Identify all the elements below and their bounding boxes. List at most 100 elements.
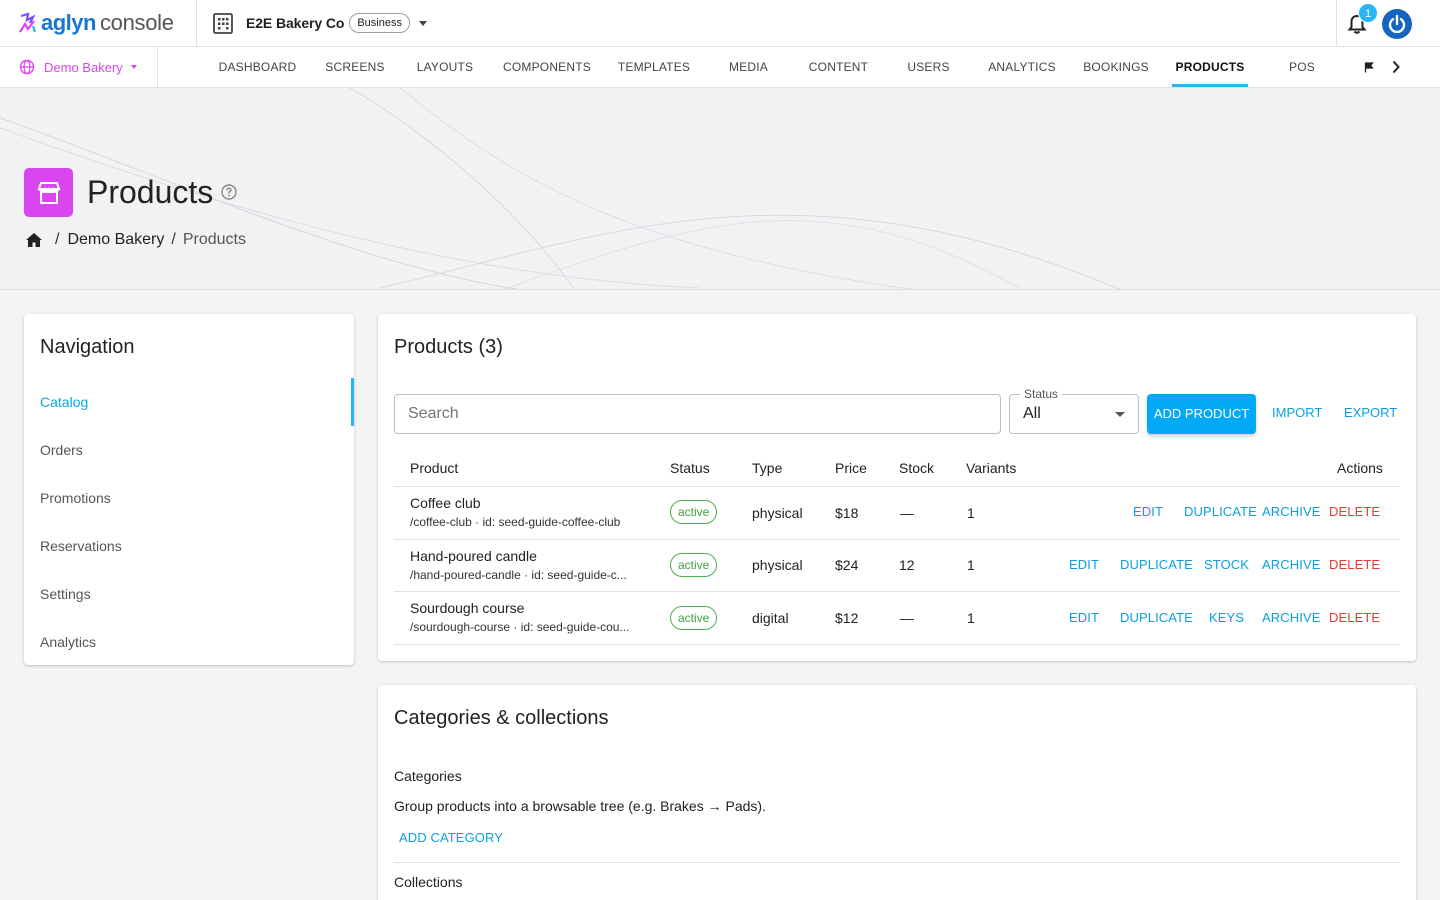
product-variants: 1 bbox=[967, 557, 975, 573]
product-stock: 12 bbox=[899, 557, 915, 573]
breadcrumb: / Demo Bakery / Products bbox=[25, 231, 246, 249]
tab-content[interactable]: CONTENT bbox=[800, 47, 877, 87]
column-header-status: Status bbox=[670, 460, 710, 476]
tab-components[interactable]: COMPONENTS bbox=[497, 47, 597, 87]
sidebar-item-orders[interactable]: Orders bbox=[40, 442, 83, 458]
logo-text-aglyn: aglyn bbox=[41, 10, 96, 35]
tab-templates[interactable]: TEMPLATES bbox=[610, 47, 698, 87]
aglyn-logo-icon bbox=[19, 12, 37, 33]
add-category-button[interactable]: ADD CATEGORY bbox=[399, 830, 503, 845]
product-type: digital bbox=[752, 610, 789, 626]
navigation-card: Navigation Catalog Orders Promotions Res… bbox=[24, 314, 354, 665]
column-header-product: Product bbox=[410, 460, 459, 476]
edit-button[interactable]: EDIT bbox=[1133, 504, 1163, 519]
tab-products[interactable]: PRODUCTS bbox=[1172, 47, 1248, 87]
product-type: physical bbox=[752, 557, 803, 573]
product-type: physical bbox=[752, 505, 803, 521]
products-card: Products (3) Status All ADD PRODUCT IMPO… bbox=[378, 314, 1416, 661]
product-variants: 1 bbox=[967, 505, 975, 521]
section-divider bbox=[394, 862, 1400, 863]
keys-button[interactable]: KEYS bbox=[1209, 610, 1244, 625]
status-filter-select[interactable]: Status All bbox=[1009, 387, 1139, 434]
product-slug: /coffee-club · id: seed-guide-coffee-clu… bbox=[410, 515, 621, 529]
product-price: $12 bbox=[835, 610, 859, 626]
product-stock: — bbox=[900, 505, 914, 521]
product-price: $24 bbox=[835, 557, 859, 573]
duplicate-button[interactable]: DUPLICATE bbox=[1120, 557, 1193, 572]
divider bbox=[196, 0, 197, 47]
archive-button[interactable]: ARCHIVE bbox=[1262, 557, 1321, 572]
account-avatar-button[interactable] bbox=[1382, 9, 1412, 39]
home-icon[interactable] bbox=[25, 232, 43, 248]
help-icon[interactable] bbox=[221, 184, 237, 200]
main-nav-bar: Demo Bakery DASHBOARD SCREENS LAYOUTS CO… bbox=[0, 47, 1440, 88]
delete-button[interactable]: DELETE bbox=[1329, 504, 1380, 519]
column-header-actions: Actions bbox=[1337, 460, 1383, 476]
decorative-waves bbox=[0, 88, 1121, 289]
chevron-right-icon[interactable] bbox=[1391, 60, 1401, 74]
status-filter-label: Status bbox=[1020, 387, 1063, 401]
tab-pos[interactable]: POS bbox=[1275, 47, 1329, 87]
duplicate-button[interactable]: DUPLICATE bbox=[1120, 610, 1193, 625]
site-selector[interactable]: Demo Bakery bbox=[19, 59, 137, 75]
breadcrumb-current: Products bbox=[182, 231, 246, 248]
tab-screens[interactable]: SCREENS bbox=[317, 47, 393, 87]
stock-button[interactable]: STOCK bbox=[1204, 557, 1249, 572]
table-divider bbox=[394, 591, 1400, 592]
tab-analytics[interactable]: ANALYTICS bbox=[981, 47, 1063, 87]
notification-count-badge: 1 bbox=[1358, 3, 1378, 23]
sidebar-item-analytics[interactable]: Analytics bbox=[40, 634, 96, 650]
sidebar-item-catalog[interactable]: Catalog bbox=[40, 394, 88, 410]
logo-text-console: console bbox=[99, 10, 174, 35]
status-badge: active bbox=[670, 500, 718, 524]
column-header-price: Price bbox=[835, 460, 867, 476]
table-divider bbox=[394, 486, 1400, 487]
top-app-bar: aglyn console E2E Bakery Co Business 1 bbox=[0, 0, 1440, 47]
chevron-down-icon bbox=[130, 65, 137, 69]
delete-button[interactable]: DELETE bbox=[1329, 557, 1380, 572]
add-product-button[interactable]: ADD PRODUCT bbox=[1147, 394, 1256, 434]
product-slug: /sourdough-course · id: seed-guide-cou..… bbox=[410, 620, 630, 634]
sidebar-item-settings[interactable]: Settings bbox=[40, 586, 91, 602]
navigation-title: Navigation bbox=[40, 336, 135, 358]
divider bbox=[1336, 0, 1337, 47]
archive-button[interactable]: ARCHIVE bbox=[1262, 610, 1321, 625]
archive-button[interactable]: ARCHIVE bbox=[1262, 504, 1321, 519]
app-logo[interactable]: aglyn console bbox=[18, 10, 174, 36]
duplicate-button[interactable]: DUPLICATE bbox=[1184, 504, 1257, 519]
products-title: Products (3) bbox=[394, 336, 503, 358]
tab-media[interactable]: MEDIA bbox=[716, 47, 781, 87]
column-header-stock: Stock bbox=[899, 460, 935, 476]
chevron-down-icon bbox=[1115, 412, 1125, 417]
import-button[interactable]: IMPORT bbox=[1272, 394, 1322, 434]
edit-button[interactable]: EDIT bbox=[1069, 610, 1099, 625]
collections-heading: Collections bbox=[394, 874, 463, 890]
tab-users[interactable]: USERS bbox=[895, 47, 962, 87]
breadcrumb-site[interactable]: Demo Bakery bbox=[67, 231, 164, 249]
edit-button[interactable]: EDIT bbox=[1069, 557, 1099, 572]
product-name: Coffee club bbox=[410, 495, 481, 511]
status-badge: active bbox=[670, 606, 718, 630]
power-icon bbox=[1388, 14, 1406, 34]
export-button[interactable]: EXPORT bbox=[1344, 394, 1397, 434]
tab-dashboard[interactable]: DASHBOARD bbox=[212, 47, 303, 87]
product-name: Sourdough course bbox=[410, 600, 525, 616]
categories-title: Categories & collections bbox=[394, 707, 609, 729]
tab-layouts[interactable]: LAYOUTS bbox=[406, 47, 484, 87]
sidebar-item-promotions[interactable]: Promotions bbox=[40, 490, 111, 506]
delete-button[interactable]: DELETE bbox=[1329, 610, 1380, 625]
categories-heading: Categories bbox=[394, 768, 462, 784]
sidebar-item-reservations[interactable]: Reservations bbox=[40, 538, 122, 554]
org-switcher[interactable]: E2E Bakery Co Business bbox=[212, 11, 427, 35]
product-variants: 1 bbox=[967, 610, 975, 626]
flag-icon[interactable] bbox=[1364, 62, 1374, 73]
product-name: Hand-poured candle bbox=[410, 548, 537, 564]
site-name: Demo Bakery bbox=[44, 59, 123, 75]
search-input[interactable] bbox=[394, 394, 1001, 434]
status-badge: active bbox=[670, 553, 718, 577]
product-price: $18 bbox=[835, 505, 859, 521]
globe-icon bbox=[19, 59, 35, 75]
column-header-type: Type bbox=[752, 460, 783, 476]
categories-description: Group products into a browsable tree (e.… bbox=[394, 798, 766, 814]
tab-bookings[interactable]: BOOKINGS bbox=[1076, 47, 1156, 87]
